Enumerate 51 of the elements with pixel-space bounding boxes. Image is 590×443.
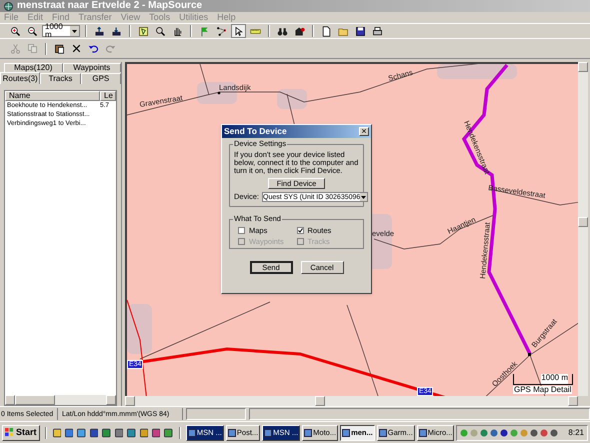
dialog-title: Send To Device [224,127,287,136]
panel-tab[interactable]: GPS [80,73,121,84]
route-icon[interactable] [214,24,229,38]
scroll-up-icon[interactable] [578,62,588,72]
app-icon [264,428,272,436]
scroll-thumb[interactable] [578,217,588,227]
scale-bar: 1000 m [513,374,573,385]
start-button[interactable]: Start [2,424,40,440]
map-select-icon[interactable] [136,24,151,38]
app-icon [188,428,196,436]
vertical-scrollbar[interactable] [578,62,588,396]
waypoint-marker [528,353,531,356]
print-icon[interactable] [370,24,385,38]
app-icon [342,428,350,436]
zoom-out-icon[interactable] [25,24,40,38]
horizontal-scrollbar[interactable] [125,396,578,406]
horizontal-scrollbar[interactable] [5,395,116,405]
window-title: menstraat naar Ertvelde 2 - MapSource [17,1,202,11]
windows-logo-icon [5,428,14,437]
scroll-right-icon[interactable] [568,396,578,406]
clock: 8:21 [568,428,584,436]
scroll-left-icon[interactable] [125,396,135,406]
panel-tab[interactable]: Routes(3) [0,72,40,84]
app-icon [418,428,427,436]
column-header[interactable]: Name [5,91,100,101]
panel-tab[interactable]: Tracks [40,73,81,84]
scroll-right-icon[interactable] [106,395,116,405]
close-button[interactable]: × [359,127,369,136]
column-header[interactable]: Le [100,91,116,101]
zoom-tool-icon[interactable] [153,24,168,38]
town-area [277,89,307,109]
map-detail-label: GPS Map Detail [513,386,572,394]
scroll-thumb[interactable] [315,396,325,406]
town-area [127,304,152,354]
zoom-in-icon[interactable] [8,24,23,38]
place-dot [218,92,220,94]
cursor-icon[interactable] [231,24,246,38]
app-icon [228,428,236,436]
globe-icon [4,2,13,10]
app-icon [378,428,387,436]
map-view[interactable] [125,62,578,396]
panel-tab[interactable]: Waypoints [62,63,121,72]
app-icon [304,428,312,436]
checkmark-icon [298,228,302,234]
zoom-combo[interactable]: 1000 m [42,25,80,37]
scroll-left-icon[interactable] [5,395,15,405]
save-icon[interactable] [353,24,368,38]
scroll-thumb[interactable] [15,395,55,405]
status-panel [186,408,246,420]
dropdown-arrow-icon[interactable] [360,193,368,201]
panel-tab[interactable]: Maps(120) [4,63,62,72]
